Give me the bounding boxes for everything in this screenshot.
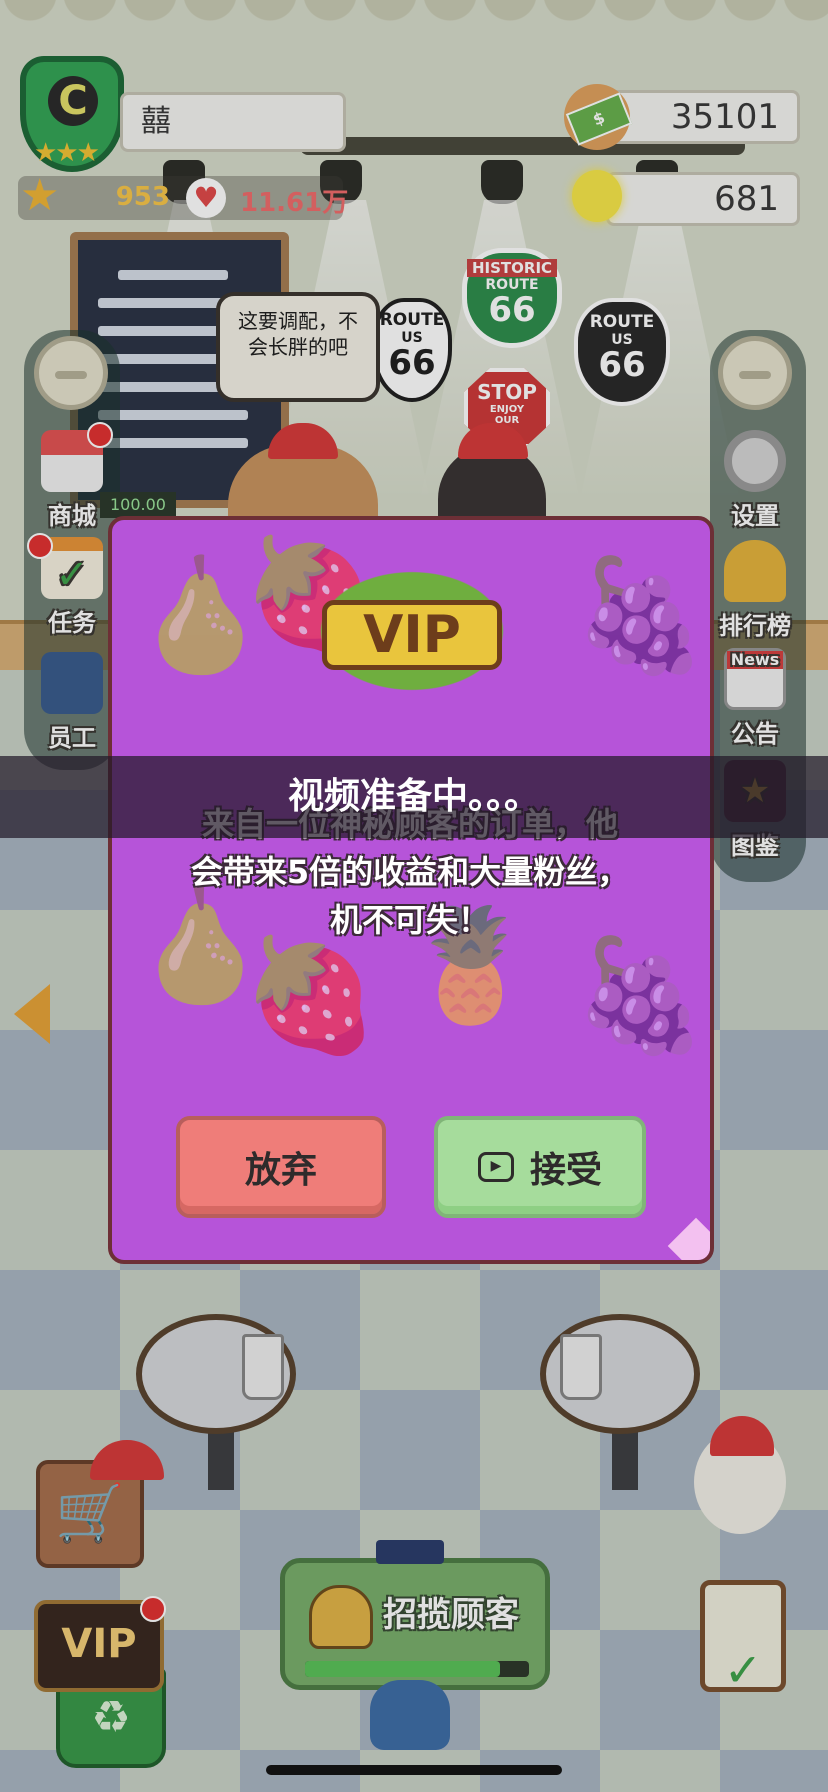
video-tv-icon: ▶ [477,1152,514,1182]
decline-label: 放弃 [244,1150,317,1191]
vip-badge-label: VIP [322,600,502,670]
accept-label: 接受 [529,1150,602,1191]
toast-text: 视频准备中。。。 [287,776,540,817]
vip-laurel-badge: VIP [296,556,528,706]
accept-button[interactable]: ▶ 接受 [434,1116,646,1218]
home-indicator[interactable] [266,1765,562,1775]
video-loading-toast: 视频准备中。。。 [0,756,828,838]
decline-button[interactable]: 放弃 [176,1116,386,1218]
